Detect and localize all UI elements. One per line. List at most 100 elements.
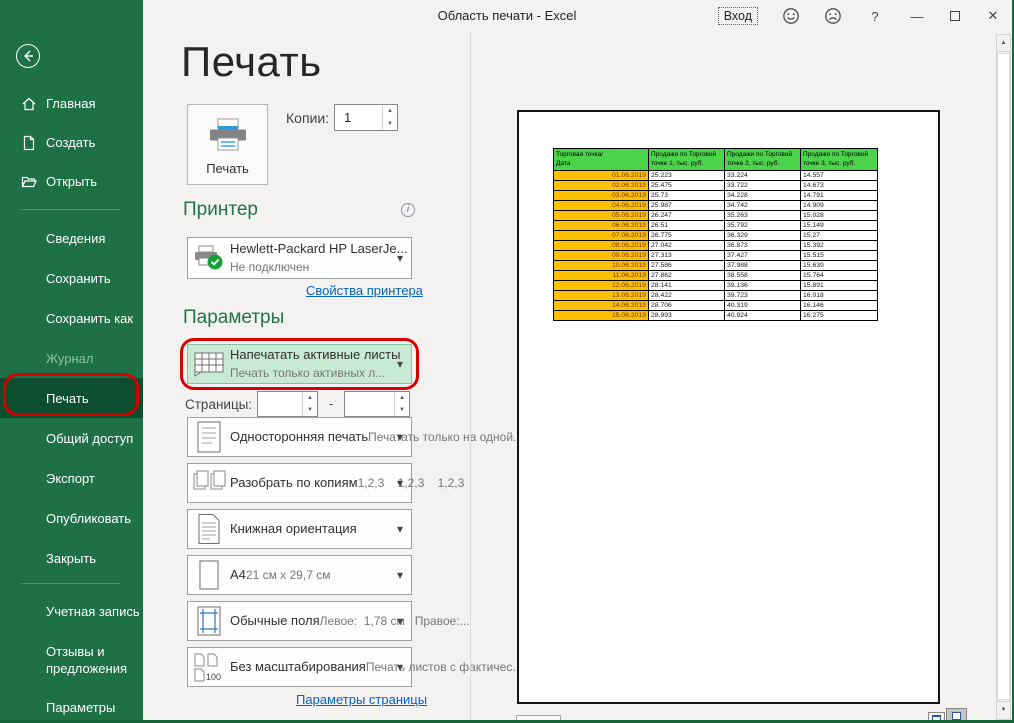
printer-section-heading: Принтер: [183, 199, 258, 221]
sidebar-item-save-as[interactable]: Сохранить как: [0, 298, 143, 338]
active-sheets-icon: [188, 351, 230, 377]
home-icon: [21, 96, 37, 112]
pages-from-value[interactable]: [258, 392, 302, 416]
minimize-icon[interactable]: —: [908, 9, 926, 24]
sidebar-item-account[interactable]: Учетная запись: [0, 604, 143, 621]
table-value-cell: 33.722: [725, 180, 801, 190]
scaling-dropdown[interactable]: 100 Без масштабированияПечать листов с ф…: [187, 647, 412, 687]
table-value-cell: 28.141: [649, 280, 725, 290]
sidebar-item-feedback[interactable]: Отзывы и предложения: [0, 644, 143, 678]
chevron-down-icon[interactable]: ▾: [389, 614, 411, 628]
table-date-cell: 13.06.2019: [554, 290, 649, 300]
orientation-title: Книжная ориентация: [230, 521, 357, 536]
sidebar-item-options[interactable]: Параметры: [0, 700, 143, 717]
sidebar-item-new[interactable]: Создать: [0, 123, 143, 162]
table-date-cell: 03.06.2019: [554, 190, 649, 200]
paper-size-dropdown[interactable]: A421 см x 29,7 см ▾: [187, 555, 412, 595]
scroll-up-icon[interactable]: ▲: [997, 35, 1010, 52]
chevron-down-icon[interactable]: ▾: [389, 660, 411, 674]
table-header-cell: Продажи по Торговой точке 2, тыс. руб.: [725, 149, 801, 171]
sign-in-button[interactable]: Вход: [718, 7, 758, 25]
spinner-up-icon[interactable]: ▲: [303, 392, 317, 404]
chevron-down-icon[interactable]: ▾: [389, 357, 411, 371]
copies-spinner[interactable]: 1 ▲ ▼: [334, 104, 398, 131]
table-row: 07.06.201926.77536.32915.27: [554, 230, 878, 240]
pages-to-spinner[interactable]: ▲ ▼: [344, 391, 410, 417]
chevron-down-icon[interactable]: ▾: [389, 522, 411, 536]
spinner-down-icon[interactable]: ▼: [383, 118, 397, 131]
table-date-cell: 15.06.2019: [554, 310, 649, 320]
sidebar-item-print[interactable]: Печать: [0, 378, 143, 418]
pages-to-value[interactable]: [345, 392, 394, 416]
table-value-cell: 28.993: [649, 310, 725, 320]
sidebar-item-publish[interactable]: Опубликовать: [0, 498, 143, 538]
sidebar-item-share[interactable]: Общий доступ: [0, 418, 143, 458]
margins-dropdown[interactable]: Обычные поляЛевое: 1,78 см Правое:... ▾: [187, 601, 412, 641]
sidebar-item-export[interactable]: Экспорт: [0, 458, 143, 498]
preview-scrollbar[interactable]: ▲ ▼: [996, 34, 1011, 720]
table-value-cell: 16.275: [801, 310, 878, 320]
table-date-cell: 05.06.2019: [554, 210, 649, 220]
printer-properties-link[interactable]: Свойства принтера: [306, 283, 423, 298]
sidebar-item-info[interactable]: Сведения: [0, 218, 143, 258]
copies-label: Копии:: [286, 110, 329, 126]
table-value-cell: 15.27: [801, 230, 878, 240]
collate-icon: [188, 469, 230, 497]
copies-value[interactable]: 1: [335, 105, 382, 130]
help-icon[interactable]: ?: [866, 9, 884, 24]
margins-icon: [188, 606, 230, 636]
spinner-down-icon[interactable]: ▼: [395, 404, 409, 416]
table-value-cell: 34.228: [725, 190, 801, 200]
spinner-down-icon[interactable]: ▼: [303, 404, 317, 416]
table-value-cell: 35.263: [725, 210, 801, 220]
table-date-cell: 08.06.2019: [554, 240, 649, 250]
sidebar-item-close-workbook[interactable]: Закрыть: [0, 538, 143, 578]
printer-dropdown[interactable]: Hewlett-Packard HP LaserJe... Не подключ…: [187, 237, 412, 279]
table-value-cell: 14.557: [801, 170, 878, 180]
sidebar-item-home[interactable]: Главная: [0, 84, 143, 123]
frown-icon[interactable]: [824, 7, 842, 25]
print-button[interactable]: Печать: [187, 104, 268, 185]
sidebar-item-label: Создать: [46, 135, 95, 150]
table-value-cell: 15.891: [801, 280, 878, 290]
chevron-down-icon[interactable]: ▾: [389, 476, 411, 490]
spinner-up-icon[interactable]: ▲: [383, 105, 397, 118]
print-what-dropdown[interactable]: Напечатать активные листы Печать только …: [187, 344, 412, 384]
table-value-cell: 27.313: [649, 250, 725, 260]
chevron-down-icon[interactable]: ▾: [389, 430, 411, 444]
table-value-cell: 26.51: [649, 220, 725, 230]
smiley-icon[interactable]: [782, 7, 800, 25]
sidebar-item-open[interactable]: Открыть: [0, 162, 143, 201]
info-icon[interactable]: i: [401, 203, 415, 217]
print-what-subtitle: Печать только активных л...: [230, 366, 385, 380]
paper-size-title: A4: [230, 567, 246, 582]
printer-status-icon: [188, 244, 230, 272]
sidebar-item-label: Сведения: [46, 231, 105, 246]
pages-from-spinner[interactable]: ▲ ▼: [257, 391, 318, 417]
collate-dropdown[interactable]: Разобрать по копиям1,2,3 1,2,3 1,2,3 ▾: [187, 463, 412, 503]
close-icon[interactable]: ✕: [984, 8, 1002, 24]
table-value-cell: 27.862: [649, 270, 725, 280]
orientation-dropdown[interactable]: Книжная ориентация ▾: [187, 509, 412, 549]
page-setup-link[interactable]: Параметры страницы: [296, 692, 427, 707]
table-value-cell: 36.329: [725, 230, 801, 240]
scrollbar-thumb[interactable]: [997, 53, 1010, 700]
table-value-cell: 15.392: [801, 240, 878, 250]
table-value-cell: 37.988: [725, 260, 801, 270]
back-arrow-icon: [21, 49, 35, 63]
print-what-title: Напечатать активные листы: [230, 347, 400, 362]
sidebar-item-history: Журнал: [0, 338, 143, 378]
back-button[interactable]: [16, 44, 40, 68]
chevron-down-icon[interactable]: ▾: [389, 251, 411, 265]
sidebar-item-label: Общий доступ: [46, 431, 133, 446]
duplex-dropdown[interactable]: Односторонняя печатьПечатать только на о…: [187, 417, 412, 457]
spinner-up-icon[interactable]: ▲: [395, 392, 409, 404]
chevron-down-icon[interactable]: ▾: [389, 568, 411, 582]
sidebar-item-label: Сохранить как: [46, 311, 133, 326]
maximize-icon[interactable]: [950, 11, 960, 21]
scroll-down-icon[interactable]: ▼: [997, 701, 1010, 718]
table-row: 12.06.201928.14139.13615.891: [554, 280, 878, 290]
table-value-cell: 16.018: [801, 290, 878, 300]
sidebar-item-save[interactable]: Сохранить: [0, 258, 143, 298]
excel-backstage-print-window: Область печати - Excel Вход ? — ✕: [0, 0, 1014, 723]
